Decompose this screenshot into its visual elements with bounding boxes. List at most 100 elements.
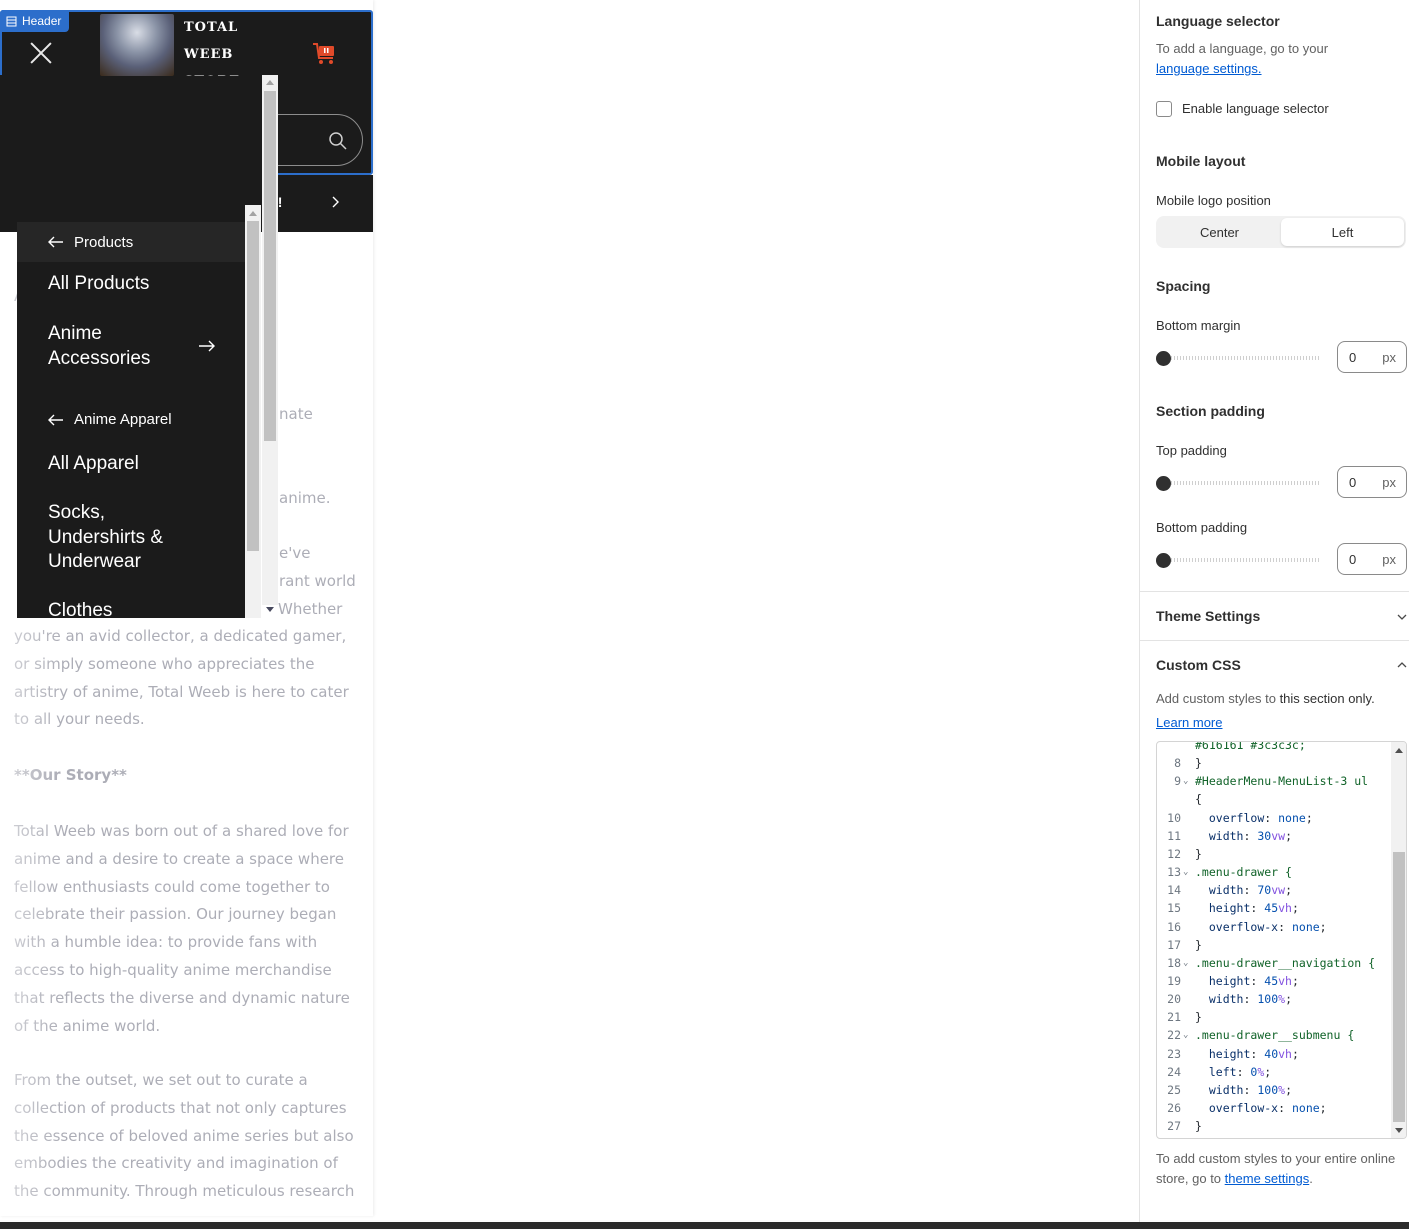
submenu-scrollbar[interactable] — [245, 205, 261, 618]
search-icon[interactable] — [328, 131, 348, 151]
menu-item[interactable]: Socks, Undershirts & Underwear — [48, 501, 188, 575]
bottom-padding-label: Bottom padding — [1156, 520, 1248, 535]
code-line[interactable]: 23 height: 40vh; — [1157, 1045, 1391, 1063]
code-line[interactable]: 18 ⌄ .menu-drawer__navigation { — [1157, 954, 1391, 972]
option-center[interactable]: Center — [1158, 218, 1281, 246]
code-line[interactable]: 21} — [1157, 1008, 1391, 1026]
custom-css-toggle[interactable]: Custom CSS — [1156, 657, 1241, 673]
code-line[interactable]: 12} — [1157, 845, 1391, 863]
scroll-down-icon[interactable] — [1395, 1128, 1403, 1133]
code-line[interactable]: 8} — [1157, 754, 1391, 772]
line-number: 25 — [1167, 1082, 1181, 1097]
close-icon[interactable] — [29, 41, 53, 65]
menu-item[interactable]: All Apparel — [48, 452, 198, 477]
menu-item[interactable]: All Products — [48, 272, 198, 297]
scrollbar-thumb[interactable] — [1393, 852, 1405, 1122]
input-value: 0 — [1349, 474, 1357, 490]
menu-drawer-submenu: Products All Products Anime Accessories … — [17, 222, 245, 618]
unit-label: px — [1382, 475, 1396, 490]
input-value: 0 — [1349, 349, 1357, 365]
bottom-margin-input[interactable]: 0 px — [1337, 341, 1407, 373]
logo-image — [100, 14, 174, 76]
code-line[interactable]: 26 overflow-x: none; — [1157, 1099, 1391, 1117]
store-logo[interactable]: TOTAL WEEB STORE — [100, 14, 258, 76]
story-heading: **Our Story** — [14, 766, 127, 784]
fold-chevron-icon[interactable]: ⌄ — [1183, 772, 1188, 790]
arrow-right-icon[interactable] — [198, 339, 216, 353]
line-number: 18 — [1167, 955, 1181, 970]
line-number: 16 — [1167, 919, 1181, 934]
logo-position-selector[interactable]: Center Left — [1156, 216, 1406, 248]
code-text: height: 45vh; — [1208, 901, 1299, 916]
bottom-padding-input[interactable]: 0 px — [1337, 543, 1407, 575]
code-scrollbar[interactable] — [1391, 742, 1406, 1138]
fold-chevron-icon[interactable]: ⌄ — [1183, 954, 1188, 972]
fold-chevron-icon[interactable]: ⌄ — [1183, 863, 1188, 881]
line-number: 14 — [1167, 883, 1181, 898]
scrollbar-thumb[interactable] — [247, 221, 259, 551]
code-line[interactable]: 15 height: 45vh; — [1157, 899, 1391, 917]
code-line[interactable]: 10 overflow: none; — [1157, 809, 1391, 827]
code-line[interactable]: 11 width: 30vw; — [1157, 827, 1391, 845]
code-line[interactable]: #616161 #3c3c3c; — [1157, 741, 1391, 754]
code-line[interactable]: 25 width: 100%; — [1157, 1081, 1391, 1099]
enable-language-checkbox[interactable] — [1156, 101, 1172, 117]
chevron-right-icon[interactable] — [329, 195, 341, 209]
bottom-padding-slider-track[interactable] — [1156, 558, 1321, 562]
line-number: 26 — [1167, 1101, 1181, 1115]
code-text: } — [1195, 756, 1202, 771]
code-line[interactable]: 9 ⌄ #HeaderMenu-MenuList-3 ul — [1157, 772, 1391, 790]
css-code-editor[interactable]: 27} 26 overflow-x: none; 25 width: 100%; 24… — [1156, 741, 1407, 1139]
code-line[interactable]: 19 height: 45vh; — [1157, 972, 1391, 990]
top-padding-input[interactable]: 0 px — [1337, 466, 1407, 498]
submenu-back-button[interactable]: Anime Apparel — [48, 411, 172, 428]
line-number: 8 — [1174, 756, 1181, 771]
scroll-up-icon[interactable] — [266, 80, 274, 85]
line-number: 11 — [1167, 828, 1181, 843]
learn-more-link[interactable]: Learn more — [1156, 713, 1222, 733]
arrow-left-icon — [48, 414, 63, 425]
code-line[interactable]: 27} — [1157, 1117, 1391, 1135]
code-text: .menu-drawer { — [1195, 865, 1292, 880]
top-padding-slider-track[interactable] — [1156, 481, 1321, 485]
code-text: #616161 #3c3c3c; — [1195, 741, 1306, 752]
line-number: 10 — [1167, 810, 1181, 825]
option-left[interactable]: Left — [1281, 218, 1404, 246]
unit-label: px — [1382, 350, 1396, 365]
section-icon — [6, 16, 17, 26]
submenu-back-button[interactable]: Products — [17, 222, 245, 262]
code-line[interactable]: 14 width: 70vw; — [1157, 881, 1391, 899]
bottom-padding-slider-knob[interactable] — [1156, 553, 1171, 568]
logo-line: WEEB — [184, 47, 234, 62]
section-label-text: Header — [22, 14, 62, 28]
bottom-margin-slider-knob[interactable] — [1156, 351, 1171, 366]
code-line[interactable]: 22 ⌄ .menu-drawer__submenu { — [1157, 1026, 1391, 1044]
code-line[interactable]: 20 width: 100%; — [1157, 990, 1391, 1008]
menu-item[interactable]: Anime Accessories — [48, 322, 178, 371]
checkbox-label[interactable]: Enable language selector — [1182, 101, 1329, 116]
scroll-up-icon[interactable] — [1395, 748, 1403, 753]
theme-settings-link[interactable]: theme settings — [1225, 1171, 1310, 1186]
bottom-margin-slider-track[interactable] — [1156, 356, 1321, 360]
theme-settings-toggle[interactable]: Theme Settings — [1156, 608, 1260, 624]
code-line[interactable]: { — [1157, 790, 1391, 808]
scrollbar-thumb[interactable] — [264, 91, 276, 441]
code-line[interactable]: 24 left: 0%; — [1157, 1063, 1391, 1081]
code-line[interactable]: 17} — [1157, 936, 1391, 954]
code-text: width: 70vw; — [1208, 883, 1292, 898]
storefront-preview: A nate anime. e've rant world Whether yo… — [0, 0, 373, 1216]
mobile-layout-heading: Mobile layout — [1156, 153, 1246, 169]
cart-icon[interactable] — [311, 40, 337, 66]
drawer-scrollbar[interactable] — [262, 75, 278, 605]
top-padding-slider-knob[interactable] — [1156, 476, 1171, 491]
code-line[interactable]: 13 ⌄ .menu-drawer { — [1157, 863, 1391, 881]
help-text: . — [1309, 1171, 1313, 1186]
fold-chevron-icon[interactable]: ⌄ — [1183, 1026, 1188, 1044]
chevron-up-icon[interactable] — [1397, 660, 1407, 670]
code-text: } — [1195, 1119, 1202, 1134]
chevron-down-icon[interactable] — [1397, 612, 1407, 622]
code-line[interactable]: 16 overflow-x: none; — [1157, 918, 1391, 936]
language-settings-link[interactable]: language settings. — [1156, 61, 1262, 76]
menu-item[interactable]: Clothes — [48, 599, 198, 618]
scroll-up-icon[interactable] — [249, 211, 257, 216]
